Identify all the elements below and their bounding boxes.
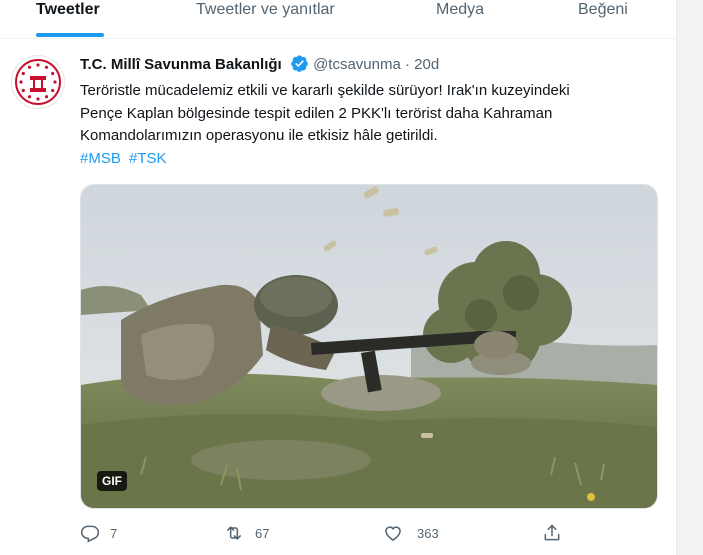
soldier-scene-image: [81, 185, 657, 508]
author-name[interactable]: T.C. Millî Savunma Bakanlığı: [80, 56, 282, 73]
retweet-button[interactable]: 67: [223, 520, 269, 546]
tweet-text-line: Teröristle mücadelemiz etkili ve kararlı…: [80, 82, 570, 99]
reply-count: 7: [110, 525, 118, 541]
active-tab-indicator: [36, 33, 104, 37]
hashtag-link[interactable]: #MSB: [80, 150, 121, 167]
tab-tweets[interactable]: Tweetler: [36, 0, 100, 24]
hashtag-link[interactable]: #TSK: [129, 150, 167, 167]
avatar[interactable]: [11, 55, 65, 109]
retweet-count: 67: [255, 525, 270, 541]
share-button[interactable]: [542, 520, 562, 546]
like-count: 363: [417, 525, 439, 541]
scrollbar-track[interactable]: [676, 0, 703, 555]
share-icon: [542, 523, 562, 543]
tweet-text: Teröristle mücadelemiz etkili ve kararlı…: [80, 80, 640, 148]
tab-media[interactable]: Medya: [436, 0, 484, 24]
tweet-actions: 7 67 363: [80, 520, 660, 546]
msb-emblem-icon: [15, 59, 61, 105]
retweet-icon: [223, 523, 245, 543]
verified-badge-icon: [290, 54, 309, 80]
reply-button[interactable]: 7: [80, 520, 117, 546]
separator-dot: ·: [405, 56, 410, 73]
tweet-text-line: Komandolarımızın operasyonu ile etkisiz …: [80, 127, 438, 144]
tweet-header: T.C. Millî Savunma Bakanlığı @tcsavunma …: [80, 54, 439, 76]
tab-tweets-and-replies[interactable]: Tweetler ve yanıtlar: [196, 0, 335, 24]
like-icon: [383, 523, 403, 543]
tweet-hashtags: #MSB #TSK: [80, 148, 171, 170]
reply-icon: [80, 523, 100, 543]
tweet-time[interactable]: 20d: [414, 56, 439, 73]
profile-tabs: Tweetler Tweetler ve yanıtlar Medya Beğe…: [0, 0, 676, 39]
author-handle[interactable]: @tcsavunma: [313, 56, 401, 73]
tab-likes[interactable]: Beğeni: [578, 0, 628, 24]
gif-badge: GIF: [97, 471, 127, 491]
profile-timeline: Tweetler Tweetler ve yanıtlar Medya Beğe…: [0, 0, 676, 555]
tweet-media-gif[interactable]: GIF: [80, 184, 658, 509]
tweet-text-line: Pençe Kaplan bölgesinde tespit edilen 2 …: [80, 104, 553, 122]
like-button[interactable]: 363: [383, 520, 439, 546]
